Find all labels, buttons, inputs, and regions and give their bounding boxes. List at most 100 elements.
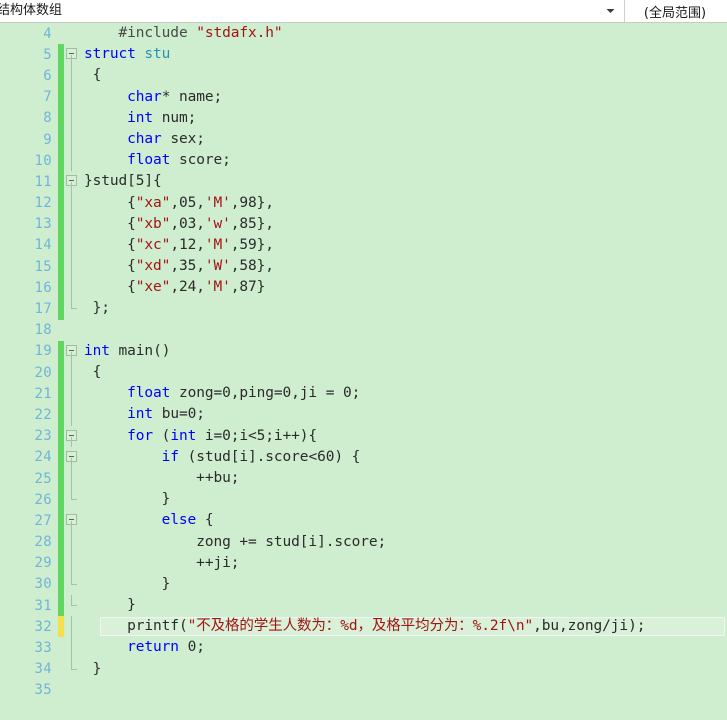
fold-margin[interactable]: [64, 637, 82, 659]
code-line[interactable]: 26 }: [0, 489, 727, 511]
code-line[interactable]: 32 printf("不及格的学生人数为：%d，及格平均分为：%.2f\n",b…: [0, 616, 727, 638]
fold-margin[interactable]: [64, 573, 82, 595]
fold-margin[interactable]: [64, 65, 82, 87]
code-line[interactable]: 8 int num;: [0, 107, 727, 129]
fold-margin[interactable]: [64, 489, 82, 510]
fold-margin[interactable]: [64, 320, 82, 341]
code-line[interactable]: 24 if (stud[i].score<60) {: [0, 446, 727, 468]
code-line[interactable]: 5 struct stu: [0, 44, 727, 66]
code-line[interactable]: 34 }: [0, 658, 727, 680]
fold-margin[interactable]: [64, 44, 82, 66]
fold-margin[interactable]: [64, 426, 82, 447]
fold-margin[interactable]: [64, 595, 82, 616]
code-line[interactable]: 25 ++bu;: [0, 467, 727, 490]
fold-margin[interactable]: [64, 107, 82, 129]
code-line-text: printf("不及格的学生人数为：%d，及格平均分为：%.2f\n",bu,z…: [127, 618, 646, 635]
fold-line: [71, 234, 72, 257]
code-line[interactable]: 17 };: [0, 298, 727, 320]
line-number: 4: [43, 25, 52, 42]
member-scope-dropdown-value: (全局范围): [643, 5, 707, 21]
code-line[interactable]: 21 float zong=0,ping=0,ji = 0;: [0, 383, 727, 405]
fold-line: [71, 552, 72, 574]
editor-toolbar: 结构体数组 (全局范围): [0, 0, 727, 23]
code-line[interactable]: 16 {"xe",24,'M',87}: [0, 277, 727, 299]
code-line-text: float score;: [127, 152, 231, 169]
code-line[interactable]: 11}stud[5]{: [0, 171, 727, 193]
code-line[interactable]: 13 {"xb",03,'w',85},: [0, 213, 727, 235]
code-line[interactable]: 22 int bu=0;: [0, 404, 727, 426]
fold-margin[interactable]: [64, 341, 82, 362]
fold-margin[interactable]: [64, 658, 82, 680]
chevron-down-icon[interactable]: [602, 0, 618, 22]
code-line[interactable]: 15 {"xd",35,'W',58},: [0, 256, 727, 278]
line-number: 19: [34, 343, 52, 360]
fold-margin[interactable]: [64, 298, 82, 319]
line-number: 7: [43, 89, 52, 106]
file-scope-dropdown[interactable]: 结构体数组: [0, 0, 625, 22]
code-line-text: return 0;: [127, 639, 205, 656]
fold-margin[interactable]: [64, 192, 82, 214]
code-line[interactable]: 27 else {: [0, 510, 727, 532]
fold-line: [71, 213, 72, 235]
fold-margin[interactable]: [64, 277, 82, 299]
code-line[interactable]: 6 {: [0, 65, 727, 87]
fold-margin[interactable]: [64, 447, 82, 468]
fold-line: [71, 467, 72, 490]
fold-margin[interactable]: [64, 171, 82, 193]
fold-line: [71, 55, 72, 66]
code-line[interactable]: 31 }: [0, 595, 727, 617]
code-line[interactable]: 12 {"xa",05,'M',98},: [0, 192, 727, 214]
fold-margin[interactable]: [64, 616, 82, 638]
code-line[interactable]: 4 #include "stdafx.h": [0, 23, 727, 44]
line-number: 17: [34, 301, 52, 318]
code-line[interactable]: 20 {: [0, 362, 727, 384]
code-line[interactable]: 18: [0, 320, 727, 341]
code-line-text: struct stu: [84, 46, 171, 63]
fold-margin[interactable]: [64, 467, 82, 490]
fold-margin[interactable]: [64, 531, 82, 553]
fold-margin[interactable]: [64, 256, 82, 278]
fold-line: [71, 128, 72, 151]
code-line[interactable]: 28 zong += stud[i].score;: [0, 531, 727, 553]
fold-margin[interactable]: [64, 552, 82, 574]
fold-margin[interactable]: [64, 404, 82, 426]
code-line[interactable]: 29 ++ji;: [0, 552, 727, 574]
fold-margin[interactable]: [64, 362, 82, 384]
code-line[interactable]: 7 char* name;: [0, 86, 727, 108]
fold-line: [71, 531, 72, 553]
fold-margin[interactable]: [64, 680, 82, 701]
fold-margin[interactable]: [64, 128, 82, 151]
code-editor-surface[interactable]: 4 #include "stdafx.h" 5 struct stu 6 {7 cha…: [0, 23, 727, 720]
member-scope-dropdown[interactable]: (全局范围): [625, 0, 727, 22]
code-line[interactable]: 23 for (int i=0;i<5;i++){: [0, 425, 727, 447]
code-line[interactable]: 30 }: [0, 573, 727, 596]
fold-line: [71, 436, 72, 447]
code-line[interactable]: 19 int main(): [0, 340, 727, 362]
code-line-text: {: [84, 67, 102, 84]
code-line[interactable]: 14 {"xc",12,'M',59},: [0, 234, 727, 257]
code-line-text: #include "stdafx.h": [118, 25, 283, 41]
fold-margin[interactable]: [64, 213, 82, 235]
fold-line: [71, 383, 72, 405]
code-line[interactable]: 35: [0, 680, 727, 701]
fold-margin[interactable]: [64, 23, 82, 44]
code-line[interactable]: 33 return 0;: [0, 637, 727, 659]
line-number: 16: [34, 279, 52, 296]
fold-line: [71, 65, 72, 87]
fold-margin[interactable]: [64, 234, 82, 257]
line-number: 33: [34, 640, 52, 657]
code-line[interactable]: 9 char sex;: [0, 128, 727, 151]
line-number: 26: [34, 491, 52, 508]
fold-margin[interactable]: [64, 510, 82, 532]
code-line[interactable]: 10 float score;: [0, 150, 727, 172]
line-number: 25: [34, 470, 52, 487]
fold-line: [71, 107, 72, 129]
line-number: 14: [34, 237, 52, 254]
line-number: 15: [34, 258, 52, 275]
line-number: 24: [34, 449, 52, 466]
code-line-text: int main(): [84, 342, 171, 359]
fold-margin[interactable]: [64, 86, 82, 108]
line-number: 11: [34, 173, 52, 190]
fold-margin[interactable]: [64, 150, 82, 172]
fold-margin[interactable]: [64, 383, 82, 405]
